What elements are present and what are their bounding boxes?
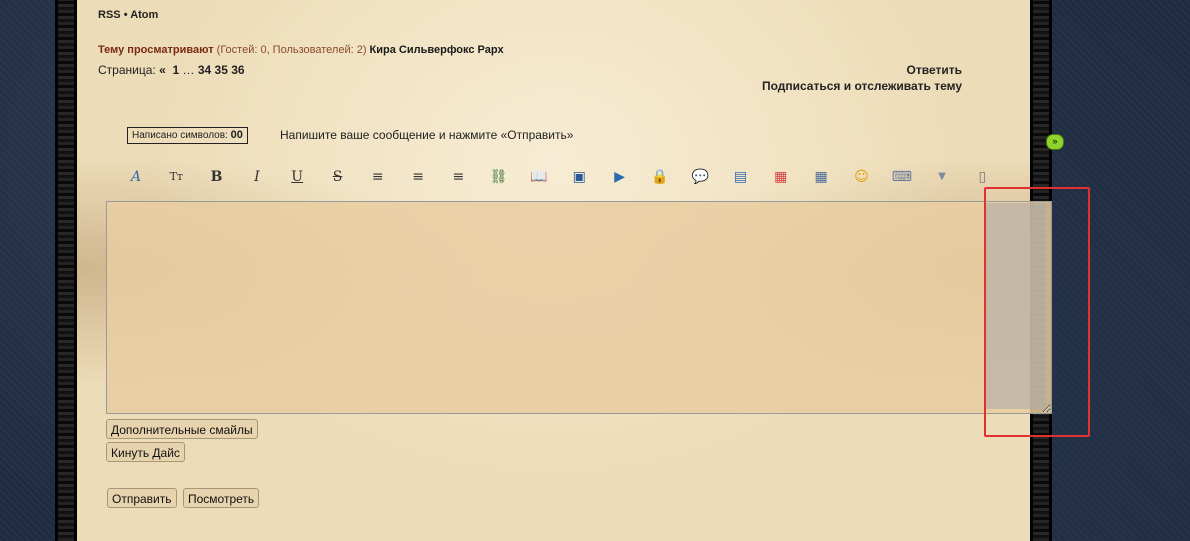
strikethrough-icon[interactable]: S [328, 167, 348, 187]
italic-icon[interactable]: I [247, 167, 267, 187]
smiley-icon[interactable]: ☺ [851, 167, 871, 187]
align-right-icon[interactable]: ≡ [448, 167, 468, 187]
speech-bubble-icon[interactable]: 💬 [690, 167, 710, 187]
underline-icon[interactable]: U [287, 167, 307, 187]
image-icon[interactable]: ▣ [569, 167, 589, 187]
pagination-page[interactable]: 35 [215, 63, 228, 77]
play-icon[interactable]: ▶ [610, 167, 630, 187]
character-counter: Написано символов: 00 [127, 127, 248, 144]
character-counter-value: 00 [230, 129, 243, 141]
font-icon[interactable]: A [126, 167, 146, 187]
feed-separator: • [123, 9, 128, 21]
pagination-label: Страница: [98, 63, 156, 77]
topic-viewers: Тему просматривают (Гостей: 0, Пользоват… [98, 44, 504, 56]
submit-button[interactable]: Отправить [107, 488, 177, 508]
book-icon[interactable]: 📖 [529, 167, 549, 187]
viewers-counts: (Гостей: 0, Пользователей: 2) [216, 44, 367, 56]
reply-link[interactable]: Ответить [907, 63, 962, 77]
pagination-page[interactable]: 34 [198, 63, 211, 77]
document-icon[interactable]: ▤ [731, 167, 751, 187]
preview-button[interactable]: Посмотреть [183, 488, 260, 508]
align-left-icon[interactable]: ≡ [368, 167, 388, 187]
roll-dice-button[interactable]: Кинуть Дайс [106, 442, 185, 462]
keyboard-icon[interactable]: ⌨ [892, 167, 912, 187]
feed-links: RSS • Atom [98, 9, 158, 21]
align-center-icon[interactable]: ≡ [408, 167, 428, 187]
pagination: Страница: « 1 … 34 35 36 [98, 63, 245, 77]
atom-link[interactable]: Atom [130, 9, 158, 21]
pagination-page-first[interactable]: 1 [172, 63, 179, 77]
pagination-prev[interactable]: « [159, 63, 166, 77]
viewer-user-link[interactable]: Кира Сильверфокс Рарх [370, 44, 504, 56]
bold-icon[interactable]: B [207, 167, 227, 187]
viewers-label: Тему просматривают [98, 44, 214, 56]
message-textarea[interactable] [106, 201, 1052, 414]
pagination-page-current: 36 [231, 63, 245, 77]
character-counter-label: Написано символов: [132, 130, 228, 141]
rss-link[interactable]: RSS [98, 9, 121, 21]
font-size-icon[interactable]: Tт [166, 167, 186, 187]
dropdown-arrow-icon[interactable]: ▼ [932, 167, 952, 187]
more-smileys-button[interactable]: Дополнительные смайлы [106, 419, 258, 439]
green-toggle-button[interactable]: » [1046, 134, 1064, 150]
lock-icon[interactable]: 🔒 [650, 167, 670, 187]
pagination-ellipsis: … [182, 63, 195, 77]
message-hint: Напишите ваше сообщение и нажмите «Отпра… [280, 128, 574, 142]
link-icon[interactable]: ⛓ [489, 167, 509, 187]
color-palette-icon[interactable]: ▦ [771, 167, 791, 187]
scroll-icon[interactable]: ▯ [972, 167, 992, 187]
decorative-frame-left [55, 0, 77, 541]
red-highlight-box [984, 187, 1090, 437]
table-icon[interactable]: ▦ [811, 167, 831, 187]
subscribe-link[interactable]: Подписаться и отслеживать тему [762, 79, 962, 93]
